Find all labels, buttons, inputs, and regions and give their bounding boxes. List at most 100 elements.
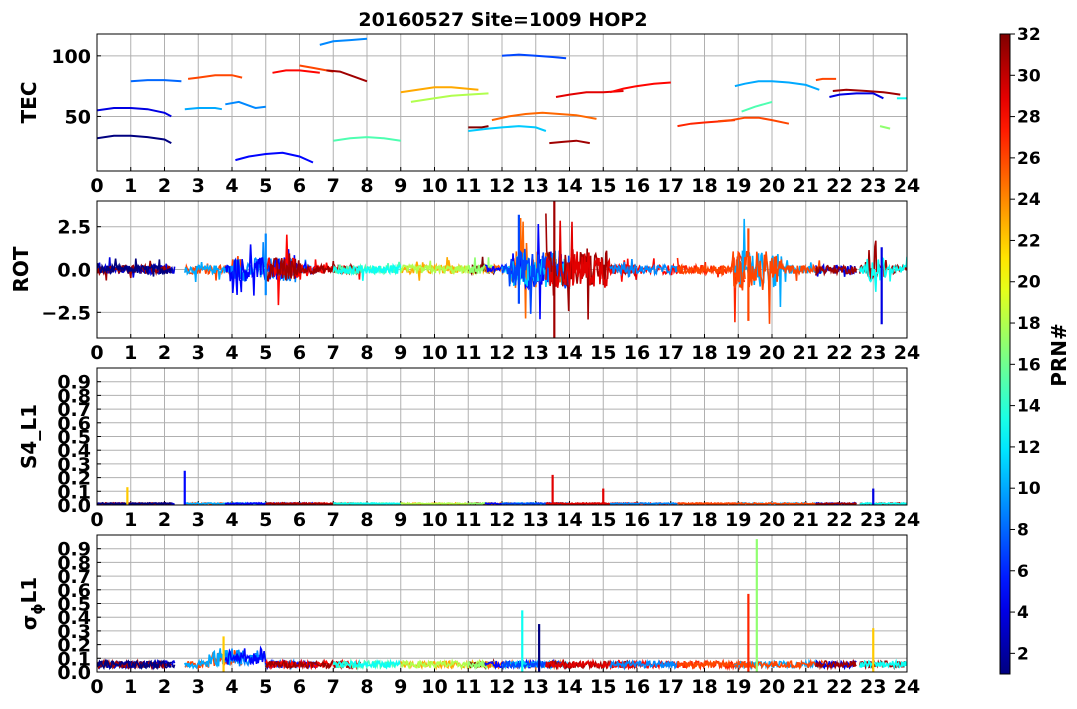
x-tick-label: 20 <box>759 175 785 197</box>
colorbar-tick-label: 20 <box>1017 273 1041 293</box>
x-tick-label: 21 <box>793 342 819 364</box>
x-tick-label: 23 <box>860 676 886 698</box>
colorbar-tick-label: 4 <box>1017 603 1029 623</box>
y-axis-label: σϕL1 <box>17 577 46 630</box>
x-tick-label: 15 <box>590 175 616 197</box>
x-tick-label: 24 <box>894 676 920 698</box>
x-tick-label: 8 <box>360 175 373 197</box>
x-tick-label: 22 <box>826 342 852 364</box>
x-tick-label: 19 <box>725 509 751 531</box>
x-tick-label: 7 <box>327 509 340 531</box>
x-tick-label: 7 <box>327 175 340 197</box>
x-grid: 0 1 2 3 4 5 6 7 8 9 10 11 12 13 14 15 16 17 18 19 20 21 22 23 24 <box>90 34 920 197</box>
x-tick-label: 4 <box>225 342 238 364</box>
x-tick-label: 16 <box>624 676 650 698</box>
y-tick-label: 100 <box>51 46 91 68</box>
scintillation-figure: 20160527 Site=1009 HOP2 0 1 2 3 4 5 6 7 8 9 10 11 12… <box>9 9 1071 698</box>
x-tick-label: 9 <box>394 175 407 197</box>
colorbar-tick-label: 8 <box>1017 520 1029 540</box>
x-tick-label: 3 <box>192 509 205 531</box>
tec-series-prn-8 <box>130 79 182 83</box>
x-tick-label: 8 <box>360 676 373 698</box>
x-tick-label: 1 <box>124 676 137 698</box>
tec-series-prn-23 <box>400 86 479 94</box>
colorbar-tick-label: 28 <box>1017 108 1041 128</box>
x-tick-label: 15 <box>590 342 616 364</box>
x-tick-label: 14 <box>556 342 582 364</box>
x-tick-label: 8 <box>360 509 373 531</box>
tec-series-prn-1 <box>97 134 172 144</box>
x-tick-label: 21 <box>793 676 819 698</box>
x-tick-label: 6 <box>293 342 306 364</box>
x-tick-label: 22 <box>826 676 852 698</box>
tec-series-prn-26 <box>187 74 243 80</box>
y-axis-label: S4_L1 <box>17 404 41 469</box>
x-tick-label: 19 <box>725 342 751 364</box>
trace-prn-26 <box>734 501 823 505</box>
x-tick-label: 0 <box>90 175 103 197</box>
x-tick-label: 9 <box>394 342 407 364</box>
trace-prn-29 <box>545 220 638 288</box>
tec-series-prn-26 <box>815 77 837 82</box>
colorbar-tick-label: 24 <box>1017 190 1041 210</box>
x-tick-label: 9 <box>394 509 407 531</box>
y-axis-label: TEC <box>17 82 41 124</box>
y-axis-label: ROT <box>9 246 33 292</box>
colorbar-tick-label: 10 <box>1017 479 1041 499</box>
x-tick-label: 5 <box>259 342 272 364</box>
tec-series-prn-10 <box>184 107 223 111</box>
x-tick-label: 24 <box>894 509 920 531</box>
colorbar-tick-label: 6 <box>1017 562 1029 582</box>
tec-series-prn-5 <box>235 151 314 164</box>
x-tick-label: 22 <box>826 509 852 531</box>
colorbar-tick-label: 26 <box>1017 149 1041 169</box>
x-tick-label: 8 <box>360 342 373 364</box>
x-tick-label: 19 <box>725 676 751 698</box>
x-tick-label: 6 <box>293 676 306 698</box>
x-tick-label: 13 <box>523 509 549 531</box>
x-tick-label: 0 <box>90 342 103 364</box>
x-tick-label: 13 <box>523 676 549 698</box>
x-tick-label: 16 <box>624 509 650 531</box>
x-tick-label: 18 <box>691 342 717 364</box>
x-tick-label: 5 <box>259 676 272 698</box>
x-tick-label: 18 <box>691 175 717 197</box>
tec-series-prn-4 <box>97 107 172 118</box>
x-tick-label: 24 <box>894 175 920 197</box>
tec-series-prn-28 <box>272 69 320 74</box>
colorbar-tick-label: 14 <box>1017 397 1041 417</box>
tec-series-prn-10 <box>734 80 820 91</box>
x-tick-label: 17 <box>658 676 684 698</box>
x-grid: 0 1 2 3 4 5 6 7 8 9 10 11 12 13 14 15 16 17 18 19 20 21 22 23 24 <box>90 535 920 698</box>
x-tick-label: 20 <box>759 509 785 531</box>
tec-series-prn-7 <box>501 53 567 60</box>
x-tick-label: 17 <box>658 175 684 197</box>
colorbar-tick-label: 2 <box>1017 644 1029 664</box>
x-tick-label: 1 <box>124 175 137 197</box>
x-tick-label: 10 <box>421 175 447 197</box>
x-tick-label: 5 <box>259 175 272 197</box>
x-tick-label: 3 <box>192 175 205 197</box>
x-tick-label: 0 <box>90 509 103 531</box>
x-tick-label: 14 <box>556 175 582 197</box>
x-tick-label: 10 <box>421 509 447 531</box>
x-tick-label: 12 <box>489 175 515 197</box>
panels-group: 0 1 2 3 4 5 6 7 8 9 10 11 12 13 14 15 16 17 18 19 20 21 22 23 24… <box>9 33 920 698</box>
x-tick-label: 19 <box>725 175 751 197</box>
panel-1: 0 1 2 3 4 5 6 7 8 9 10 11 12 13 14 15 16 17 18 19 20 21 22 23 24… <box>17 33 920 197</box>
x-tick-label: 13 <box>523 342 549 364</box>
colorbar-tick-label: 16 <box>1017 355 1041 375</box>
x-tick-label: 17 <box>658 342 684 364</box>
x-tick-label: 2 <box>158 175 171 197</box>
x-tick-label: 5 <box>259 509 272 531</box>
x-tick-label: 7 <box>327 676 340 698</box>
y-tick-label: −2.5 <box>41 302 91 324</box>
x-tick-label: 14 <box>556 676 582 698</box>
trace-prn-13 <box>333 502 401 505</box>
x-tick-label: 23 <box>860 342 886 364</box>
x-tick-label: 4 <box>225 676 238 698</box>
colorbar-tick-label: 22 <box>1017 231 1041 251</box>
x-tick-label: 21 <box>793 175 819 197</box>
x-tick-label: 15 <box>590 509 616 531</box>
x-tick-label: 0 <box>90 676 103 698</box>
